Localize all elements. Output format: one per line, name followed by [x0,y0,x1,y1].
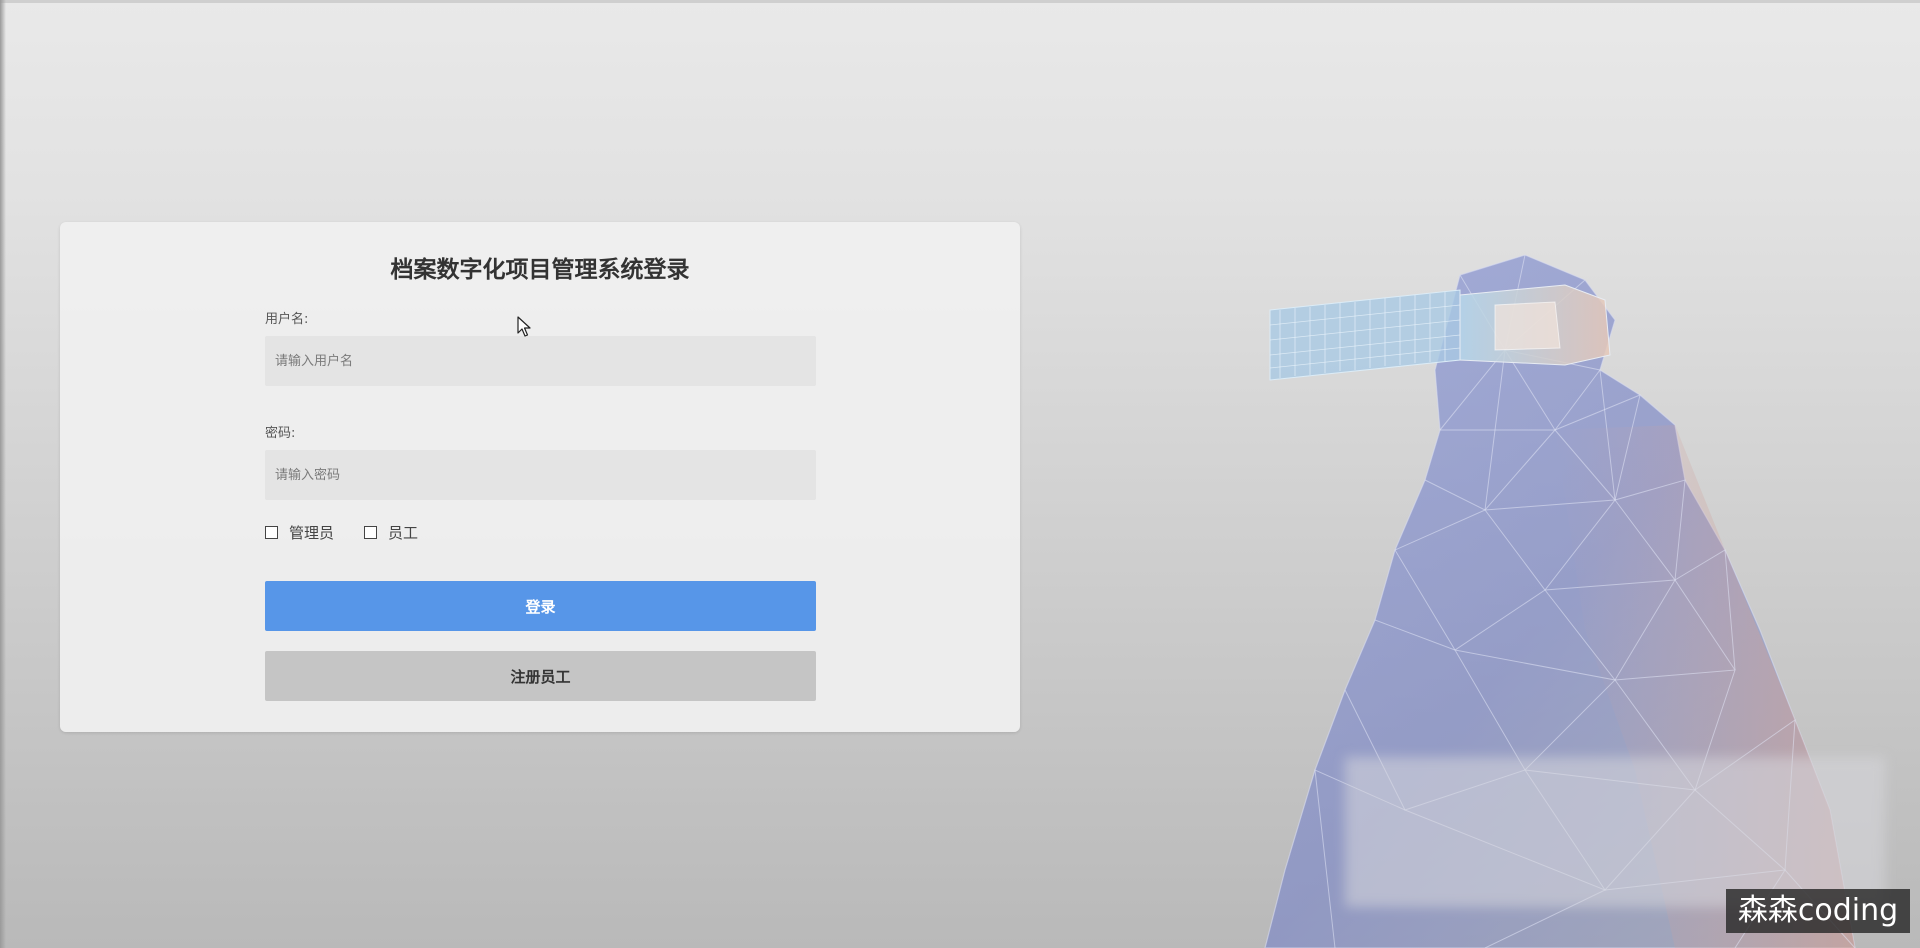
employee-checkbox[interactable] [364,525,378,539]
username-label: 用户名: [265,312,309,327]
left-edge [0,0,6,948]
password-label: 密码: [265,426,296,441]
role-employee-option[interactable]: 员工 [364,522,418,543]
role-selector: 管理员 员工 [265,522,448,542]
role-admin-option[interactable]: 管理员 [265,522,334,543]
admin-checkbox[interactable] [265,525,278,539]
username-input[interactable] [265,336,816,386]
login-button[interactable]: 登录 [265,581,816,631]
top-edge [0,0,1920,3]
page-title: 档案数字化项目管理系统登录 [390,257,690,283]
cursor-arrow-icon [517,316,531,337]
blur-overlay [1345,757,1885,907]
employee-label: 员工 [388,523,419,542]
watermark-label: 森森coding [1726,889,1910,933]
login-card: 档案数字化项目管理系统登录 用户名: 密码: 管理员 员工 登录 注册员工 [60,222,1020,732]
admin-label: 管理员 [289,523,335,542]
password-input[interactable] [265,450,816,500]
register-employee-button[interactable]: 注册员工 [265,651,816,701]
